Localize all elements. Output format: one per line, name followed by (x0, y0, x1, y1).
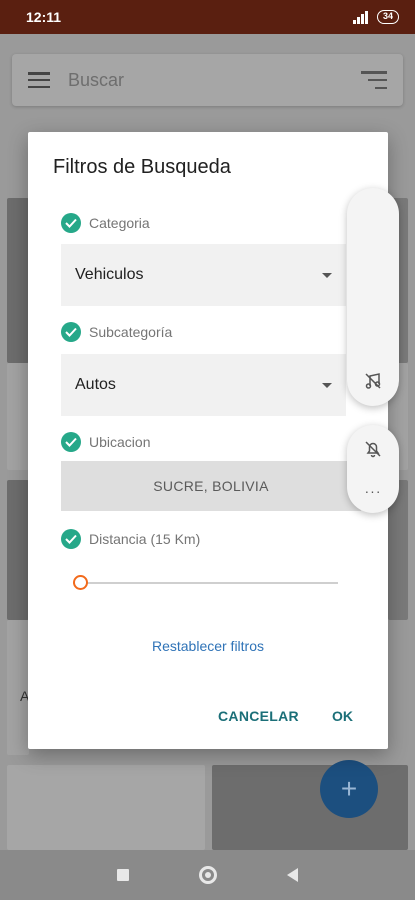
listing-card[interactable] (7, 765, 205, 850)
listing-card[interactable] (7, 480, 29, 620)
category-label-row: Categoria (61, 213, 150, 233)
status-bar: 12:11 34 (0, 0, 415, 34)
filter-dialog: Filtros de Busqueda Categoria Vehiculos … (28, 132, 388, 749)
status-time: 12:11 (26, 9, 62, 25)
signal-icon (352, 10, 371, 24)
listing-card[interactable] (7, 363, 29, 470)
category-value: Vehiculos (75, 266, 144, 283)
location-label-row: Ubicacion (61, 432, 150, 452)
distance-label-row: Distancia (15 Km) (61, 529, 200, 549)
subcategory-label-row: Subcategoría (61, 322, 172, 342)
search-input[interactable]: Buscar (68, 70, 361, 91)
subcategory-value: Autos (75, 376, 116, 393)
music-off-icon[interactable] (362, 370, 384, 392)
battery-level: 34 (382, 11, 393, 21)
menu-icon[interactable] (28, 72, 50, 88)
category-label: Categoria (89, 215, 150, 231)
check-icon (61, 432, 81, 452)
recents-icon[interactable] (117, 869, 129, 881)
dialog-title: Filtros de Busqueda (53, 156, 231, 178)
slider-thumb[interactable] (73, 575, 88, 590)
subcategory-select[interactable]: Autos (61, 354, 346, 416)
ok-button[interactable]: OK (332, 708, 353, 724)
listing-card[interactable] (7, 198, 29, 363)
check-icon (61, 213, 81, 233)
search-bar[interactable]: Buscar (12, 54, 403, 106)
location-label: Ubicacion (89, 434, 151, 450)
slider-track[interactable] (73, 582, 338, 584)
navigation-bar (0, 850, 415, 900)
category-select[interactable]: Vehiculos (61, 244, 346, 306)
location-button[interactable]: SUCRE, BOLIVIA (61, 461, 361, 511)
more-dots-icon[interactable]: ··· (362, 480, 384, 502)
sort-icon[interactable] (361, 71, 387, 89)
check-icon (61, 529, 81, 549)
battery-icon: 34 (376, 10, 399, 24)
chevron-down-icon (322, 272, 332, 278)
back-icon[interactable] (287, 868, 298, 882)
distance-slider[interactable] (73, 575, 338, 591)
subcategory-label: Subcategoría (89, 324, 173, 340)
chevron-down-icon (322, 382, 332, 388)
floating-side-panel (347, 188, 399, 406)
home-icon[interactable] (199, 866, 217, 884)
add-listing-fab[interactable]: + (320, 760, 378, 818)
plus-icon: + (340, 773, 358, 804)
cancel-button[interactable]: CANCELAR (218, 708, 299, 724)
check-icon (61, 322, 81, 342)
listing-card[interactable] (212, 765, 408, 850)
status-icons: 34 (352, 10, 399, 24)
reset-filters-link[interactable]: Restablecer filtros (28, 638, 388, 654)
floating-side-panel-lower: ··· (347, 425, 399, 513)
bell-off-icon[interactable] (362, 438, 384, 460)
distance-label: Distancia (15 Km) (89, 531, 201, 547)
